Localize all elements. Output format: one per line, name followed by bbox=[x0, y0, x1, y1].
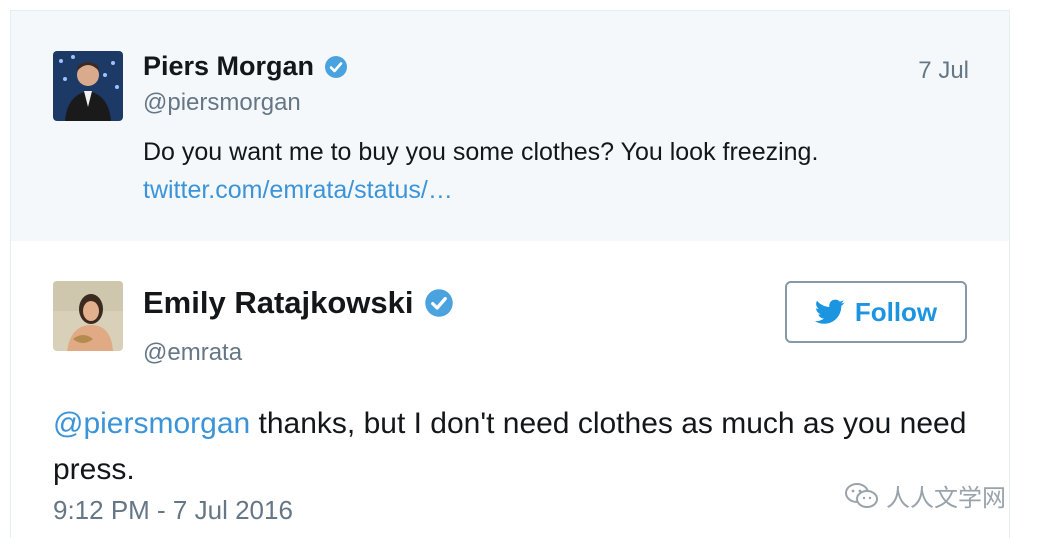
verified-badge-icon bbox=[324, 55, 348, 79]
follow-button[interactable]: Follow bbox=[785, 281, 967, 343]
twitter-bird-icon bbox=[814, 299, 845, 325]
follow-label: Follow bbox=[854, 296, 938, 327]
parent-author-name[interactable]: Piers Morgan bbox=[143, 51, 314, 82]
tweet-card: Piers Morgan @piersmorgan 7 Jul Do you w… bbox=[10, 10, 1010, 538]
avatar-piers-morgan[interactable] bbox=[53, 51, 123, 121]
wechat-icon bbox=[844, 482, 880, 510]
watermark: 人人文学网 bbox=[844, 478, 1006, 513]
page: Piers Morgan @piersmorgan 7 Jul Do you w… bbox=[0, 0, 1040, 538]
watermark-label: 人人文学网 bbox=[886, 485, 1006, 512]
parent-tweet-text: Do you want me to buy you some clothes? … bbox=[143, 138, 819, 166]
main-tweet-timestamp[interactable]: 9:12 PM - 7 Jul 2016 bbox=[53, 495, 293, 526]
main-author-handle[interactable]: @emrata bbox=[143, 339, 242, 367]
parent-author-row: Piers Morgan bbox=[143, 51, 348, 82]
main-author-name[interactable]: Emily Ratajkowski bbox=[143, 285, 414, 321]
mention-link[interactable]: @piersmorgan bbox=[53, 407, 250, 440]
parent-author-handle[interactable]: @piersmorgan bbox=[143, 89, 301, 117]
parent-tweet-link[interactable]: twitter.com/emrata/status/… bbox=[143, 173, 453, 207]
main-author-row: Emily Ratajkowski bbox=[143, 285, 454, 321]
parent-tweet-date[interactable]: 7 Jul bbox=[918, 57, 969, 85]
parent-tweet[interactable]: Piers Morgan @piersmorgan 7 Jul Do you w… bbox=[11, 11, 1009, 241]
avatar-emily-ratajkowski[interactable] bbox=[53, 281, 123, 351]
verified-badge-icon bbox=[424, 288, 454, 318]
